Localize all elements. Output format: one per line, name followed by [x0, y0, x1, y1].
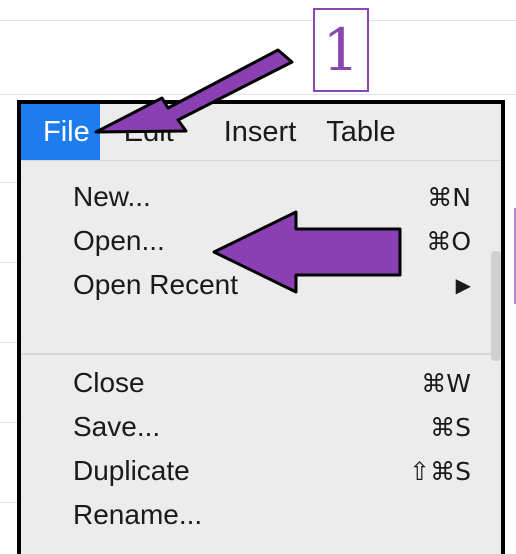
annotation-arrows — [94, 48, 402, 294]
arrow-to-file-menu-icon — [94, 48, 294, 134]
arrow-to-open-item-icon — [212, 210, 402, 294]
